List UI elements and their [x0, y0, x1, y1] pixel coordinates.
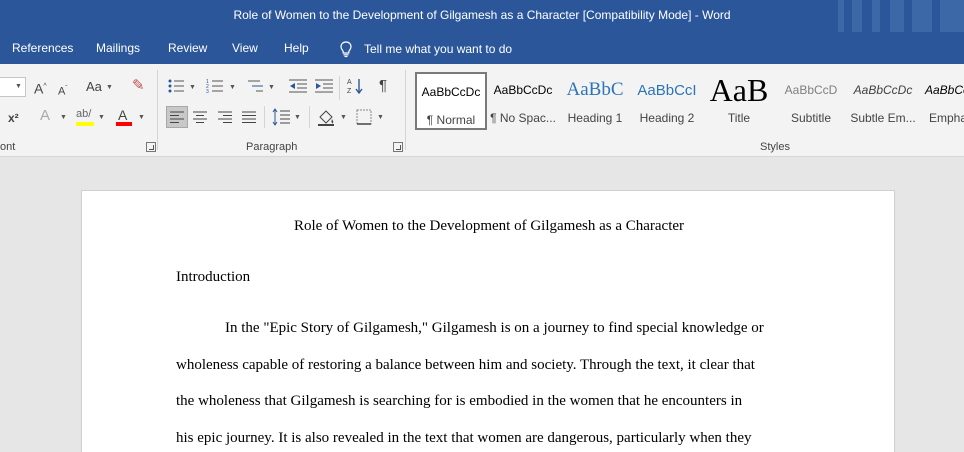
divider [339, 76, 340, 100]
style-label: ¶ No Spac... [490, 111, 556, 125]
style-label: Heading 2 [639, 111, 695, 125]
divider [264, 106, 265, 128]
styles-group-label: Styles [760, 141, 790, 153]
decrease-indent-icon[interactable] [289, 78, 307, 94]
tell-me-label: Tell me what you want to do [364, 42, 513, 56]
font-color-bar [116, 122, 132, 126]
style-preview: AaBbCcDc [493, 83, 553, 97]
chevron-down-icon: ▼ [98, 114, 105, 121]
style-subtle-emphasis[interactable]: AaBbCcDc Subtle Em... [847, 72, 919, 130]
font-group-label: ont [0, 141, 16, 153]
chevron-down-icon: ▼ [268, 84, 275, 91]
ribbon: ▼ A^ Aˇ Aa ▼ ✎ x² A ▼ ab/ ▼ A ▼ ont ▼ 1 … [0, 64, 964, 157]
clear-formatting-icon[interactable]: ✎ [132, 78, 145, 94]
divider [309, 106, 310, 128]
line-spacing-icon[interactable] [272, 108, 290, 126]
lightbulb-icon [340, 41, 352, 58]
tab-references[interactable]: References [12, 41, 73, 55]
numbering-icon[interactable]: 1 2 3 [206, 78, 224, 94]
chevron-down-icon: ▼ [377, 114, 384, 121]
chevron-down-icon: ▼ [340, 114, 347, 121]
chevron-down-icon: ▼ [294, 114, 301, 121]
font-size-combobox[interactable]: ▼ [0, 77, 26, 97]
style-preview: AaBbC [566, 79, 624, 100]
style-subtitle[interactable]: AaBbCcD Subtitle [775, 72, 847, 130]
style-emphasis[interactable]: AaBbCc Empha [919, 72, 964, 130]
center-icon[interactable] [193, 110, 207, 124]
svg-text:Z: Z [347, 88, 352, 95]
borders-icon[interactable] [356, 109, 372, 125]
style-preview: AaBbCcI [637, 81, 697, 99]
tab-view[interactable]: View [232, 41, 258, 55]
style-label: Title [727, 111, 751, 125]
ribbon-tabs: References Mailings Review View Help Tel… [0, 32, 964, 64]
chevron-down-icon: ▼ [189, 84, 196, 91]
change-case-icon[interactable]: Aa [86, 79, 102, 95]
style-label: Heading 1 [567, 111, 623, 125]
style-preview: AaBbCcDc [853, 83, 913, 97]
style-label: Empha [929, 111, 964, 125]
grow-font-icon[interactable]: A^ [34, 79, 47, 97]
chevron-down-icon: ▼ [15, 83, 22, 90]
increase-indent-icon[interactable] [315, 78, 333, 94]
style-label: Subtle Em... [850, 111, 916, 125]
chevron-down-icon: ▼ [106, 84, 113, 91]
group-separator [405, 70, 406, 150]
tab-help[interactable]: Help [284, 41, 309, 55]
svg-text:3: 3 [206, 89, 209, 94]
section-heading: Introduction [176, 269, 251, 285]
paragraph-line: wholeness capable of restoring a balance… [176, 357, 755, 373]
paragraph-group-label: Paragraph [246, 141, 298, 153]
superscript-icon[interactable]: x² [8, 110, 19, 126]
document-title: Role of Women to the Development of Gilg… [293, 218, 685, 234]
styles-gallery: AaBbCcDc ¶ Normal AaBbCcDc ¶ No Spac... … [414, 70, 964, 134]
style-heading-1[interactable]: AaBbC Heading 1 [559, 72, 631, 130]
style-preview: AaBbCc [925, 83, 964, 97]
highlight-icon[interactable]: ab/ [76, 106, 91, 122]
group-separator [157, 70, 158, 150]
style-heading-2[interactable]: AaBbCcI Heading 2 [631, 72, 703, 130]
style-preview: AaB [709, 72, 769, 108]
style-preview: AaBbCcDc [421, 85, 481, 99]
style-preview: AaBbCcD [784, 83, 838, 97]
align-left-icon [170, 111, 184, 123]
sort-icon[interactable]: A Z [347, 77, 365, 95]
highlight-color-bar [76, 122, 94, 126]
tab-review[interactable]: Review [168, 41, 207, 55]
chevron-down-icon: ▼ [60, 114, 67, 121]
svg-text:A: A [347, 79, 352, 86]
style-no-spacing[interactable]: AaBbCcDc ¶ No Spac... [487, 72, 559, 130]
font-color-icon[interactable]: A [118, 107, 127, 123]
paragraph-line: his epic journey. It is also revealed in… [176, 430, 752, 446]
align-right-icon[interactable] [218, 110, 232, 124]
tell-me-search[interactable]: Tell me what you want to do [337, 40, 512, 58]
shrink-font-icon[interactable]: Aˇ [58, 81, 67, 100]
chevron-down-icon: ▼ [138, 114, 145, 121]
paragraph-dialog-launcher[interactable] [393, 142, 403, 152]
font-dialog-launcher[interactable] [146, 142, 156, 152]
multilevel-list-icon[interactable] [246, 78, 264, 94]
show-marks-icon[interactable]: ¶ [379, 78, 387, 94]
justify-icon[interactable] [242, 110, 256, 124]
shading-icon[interactable] [317, 108, 335, 126]
document-page[interactable]: Role of Women to the Development of Gilg… [81, 190, 895, 452]
text-effects-icon[interactable]: A [40, 108, 50, 124]
chevron-down-icon: ▼ [229, 84, 236, 91]
style-normal[interactable]: AaBbCcDc ¶ Normal [415, 72, 487, 130]
tab-mailings[interactable]: Mailings [96, 41, 140, 55]
align-left-button[interactable] [166, 106, 188, 128]
bullets-icon[interactable] [168, 78, 184, 94]
style-title[interactable]: AaB Title [703, 72, 775, 130]
style-label: ¶ Normal [426, 113, 476, 127]
window-title: Role of Women to the Development of Gilg… [233, 8, 731, 22]
style-label: Subtitle [790, 111, 832, 125]
paragraph-line: In the "Epic Story of Gilgamesh," Gilgam… [225, 320, 764, 336]
title-bar: Role of Women to the Development of Gilg… [0, 0, 964, 32]
paragraph-line: the wholeness that Gilgamesh is searchin… [176, 393, 743, 409]
